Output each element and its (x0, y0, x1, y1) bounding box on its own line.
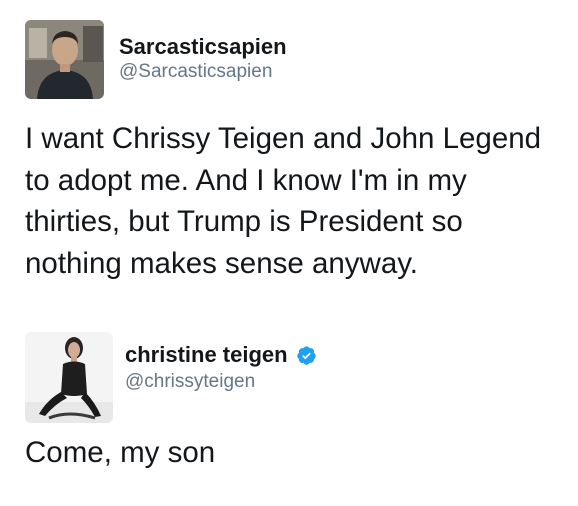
avatar-sarcasticsapien[interactable] (25, 20, 104, 99)
tweet-text-line: Come, my son (25, 436, 216, 469)
avatar-chrissyteigen[interactable] (25, 332, 113, 423)
tweet-body: I want Chrissy Teigen and John Legend to… (25, 118, 570, 284)
avatar-photo (25, 20, 104, 99)
user-handle[interactable]: @chrissyteigen (125, 370, 255, 394)
display-name[interactable]: Sarcasticsapien (119, 34, 287, 60)
avatar-photo (25, 332, 113, 423)
tweet-text-line: nothing makes sense anyway. (25, 246, 419, 280)
tweet-body: Come, my son (25, 435, 570, 471)
display-name[interactable]: christine teigen (125, 342, 288, 368)
tweet-text-line: I want Chrissy Teigen and John Legend (25, 122, 542, 155)
tweet-text-line: to adopt me. And I know I'm in my (25, 163, 467, 197)
verified-badge-icon (296, 345, 316, 365)
display-name-row[interactable]: christine teigen (125, 342, 317, 368)
user-handle[interactable]: @Sarcasticsapien (119, 60, 272, 84)
tweet-text-line: thirties, but Trump is President so (25, 205, 463, 238)
